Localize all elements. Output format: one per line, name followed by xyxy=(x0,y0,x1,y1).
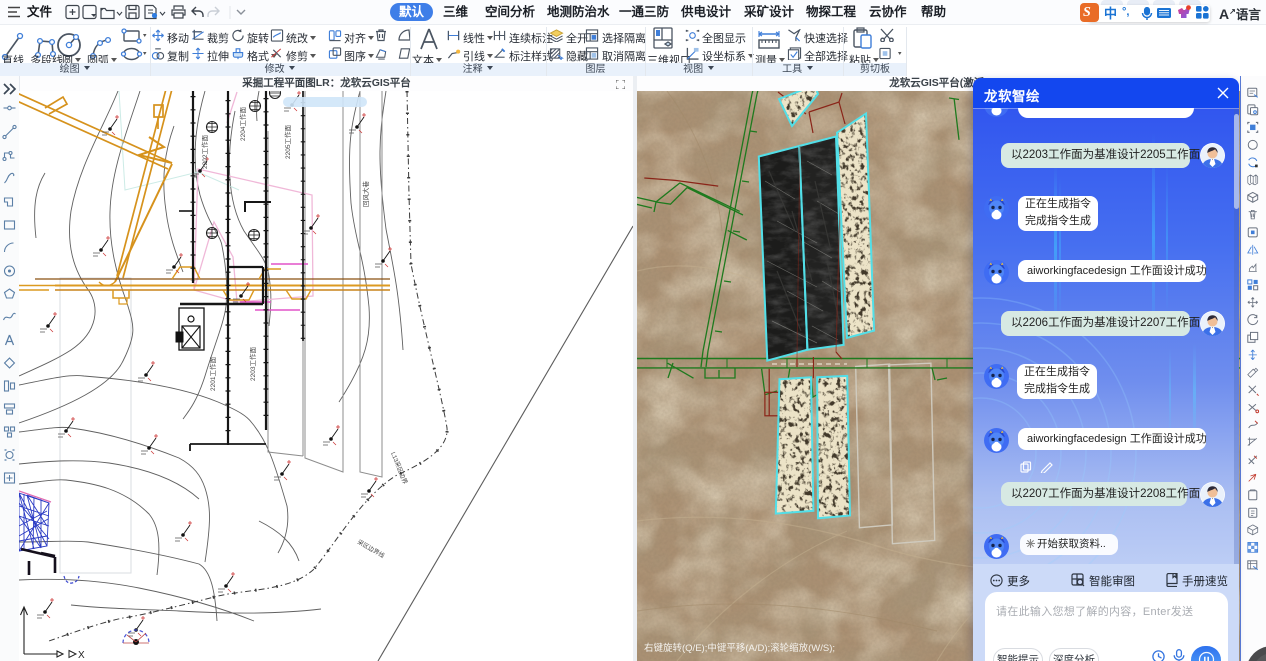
svg-text:X: X xyxy=(78,650,85,661)
svg-text:2203工作面: 2203工作面 xyxy=(248,347,257,381)
svg-text:L13采区边界: L13采区边界 xyxy=(389,451,409,486)
svg-text:2201工作面: 2201工作面 xyxy=(208,357,217,391)
svg-text:2205工作面: 2205工作面 xyxy=(283,125,292,159)
svg-text:回风大巷: 回风大巷 xyxy=(361,181,370,208)
svg-text:右键旋转(Q/E);中键平移(A/D);滚轮缩放(W/S);: 右键旋转(Q/E);中键平移(A/D);滚轮缩放(W/S); xyxy=(644,642,835,654)
svg-text:采区边界线: 采区边界线 xyxy=(356,538,386,560)
svg-text:2204工作面: 2204工作面 xyxy=(238,107,247,141)
svg-text:2202工作面: 2202工作面 xyxy=(200,135,209,169)
